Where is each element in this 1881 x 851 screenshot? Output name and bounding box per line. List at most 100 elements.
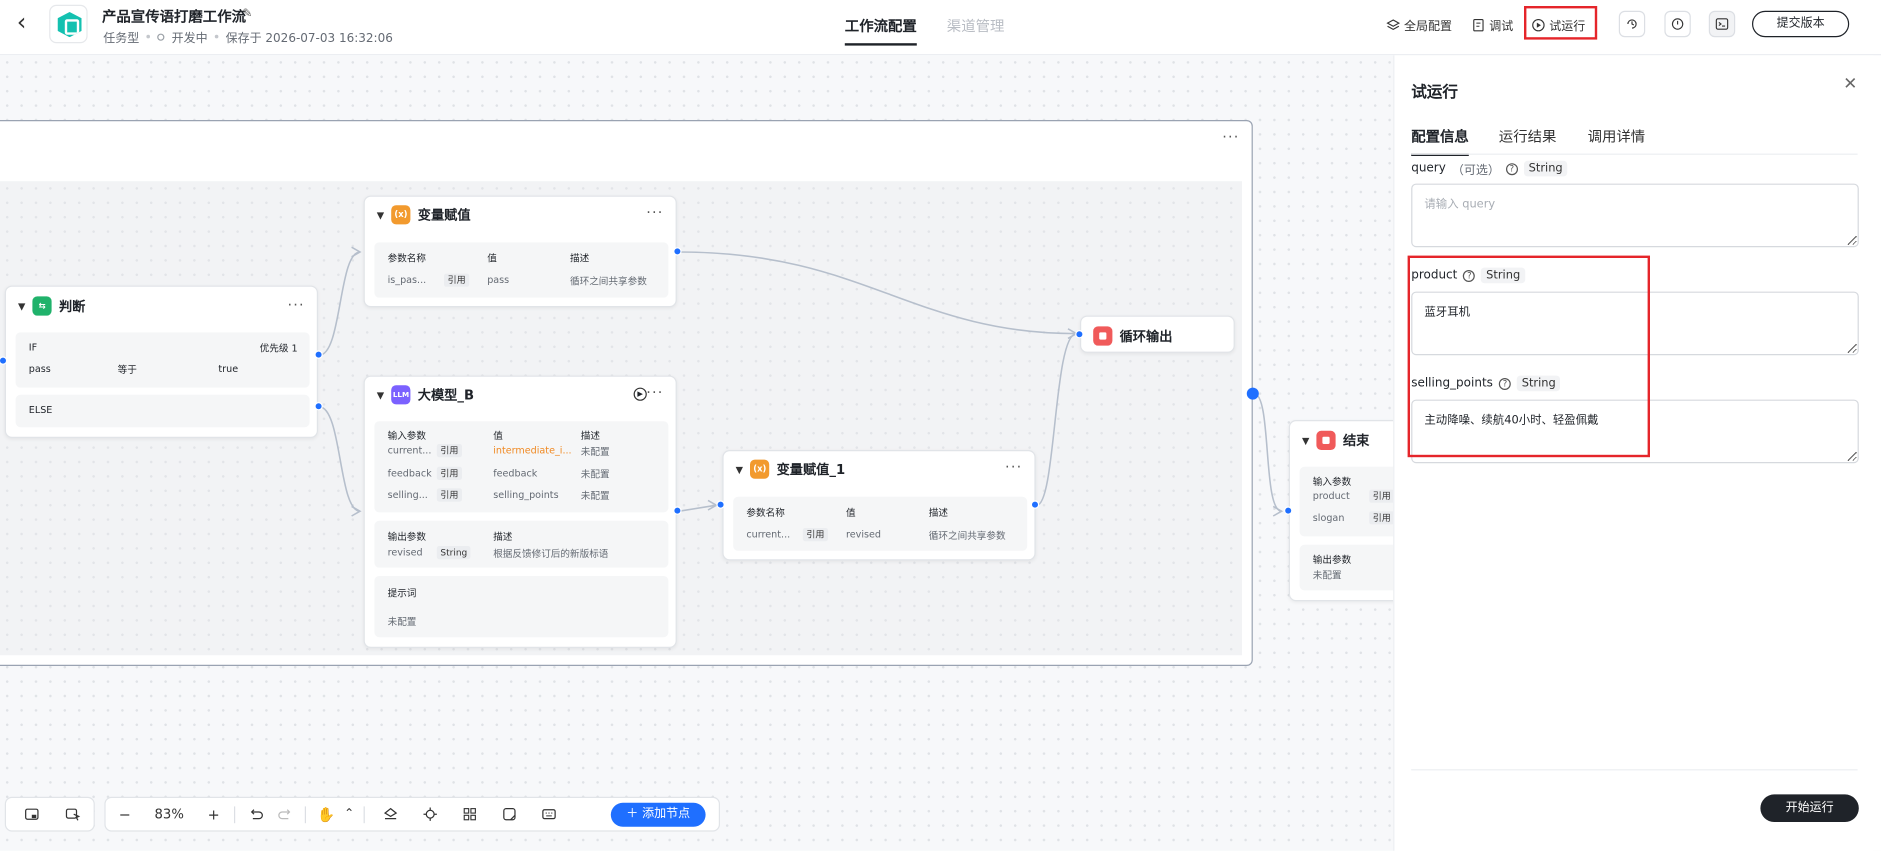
zoom-in-icon[interactable]: + [199,800,228,829]
param-desc: 未配置 [580,446,610,458]
minimap-icon[interactable] [17,800,46,829]
layer-icon[interactable] [376,800,405,829]
stop-icon [1093,325,1113,345]
node-title: 变量赋值_1 [776,462,846,478]
divider [234,805,236,823]
more-icon[interactable]: ··· [287,296,304,313]
more-icon[interactable]: ··· [646,384,663,401]
assign1-node[interactable]: ▼ (x) 变量赋值_1 ··· 参数名称 值 描述 current... 引用… [722,450,1036,561]
if-output-port[interactable] [314,350,323,359]
col-header: 值 [493,430,503,442]
output-port[interactable] [673,506,682,515]
query-input[interactable] [1411,183,1859,248]
collapse-icon[interactable]: ▼ [18,301,25,312]
col-header: 值 [487,253,497,264]
more-icon[interactable]: ··· [1005,458,1022,475]
node-title: 大模型_B [417,387,475,404]
ref-tag: 引用 [1369,511,1395,525]
zoom-level[interactable]: 83% [139,806,199,822]
condition-operator: 等于 [117,364,137,376]
hand-icon[interactable]: ✋ [312,800,341,829]
highlight-box [1407,255,1651,458]
layout-icon[interactable] [455,800,484,829]
status-icon [157,33,165,41]
separator [146,34,150,39]
tab-workflow-config[interactable]: 工作流配置 [844,16,917,46]
add-node-label: 添加节点 [642,807,691,821]
ref-tag: 引用 [436,488,463,502]
close-icon[interactable]: ✕ [1843,74,1857,93]
edit-icon[interactable]: ✎ [242,7,252,20]
locate-icon[interactable] [415,800,444,829]
tab-channel-management[interactable]: 渠道管理 [947,16,1005,36]
output-port[interactable] [1030,500,1040,509]
assign-node[interactable]: ▼ (x) 变量赋值 ··· 参数名称 值 描述 is_pas... 引用 pa… [363,195,677,308]
loop-output-port[interactable] [1246,387,1259,400]
collapse-icon[interactable]: ▼ [1302,435,1309,446]
param-name: current... [387,445,432,457]
tab-result[interactable]: 运行结果 [1499,126,1557,146]
collapse-icon[interactable]: ▼ [377,209,384,220]
loop-output-node[interactable]: 循环输出 [1080,315,1235,353]
col-header: 描述 [928,507,949,519]
divider [1411,153,1858,155]
prompt-value: 未配置 [387,616,417,628]
terminal-button[interactable] [1708,10,1736,38]
else-output-port[interactable] [314,402,323,411]
collapse-icon[interactable]: ▼ [736,464,743,475]
help-icon[interactable]: ? [1505,162,1518,175]
optional-label: （可选） [1451,164,1500,178]
output-port[interactable] [673,247,682,256]
more-icon[interactable]: ··· [646,204,663,221]
fit-view-icon[interactable] [494,800,523,829]
play-icon[interactable]: ▶ [633,387,647,401]
col-header: 描述 [580,430,600,442]
param-value: selling_points [493,489,559,501]
llm-node[interactable]: ▼ LLM 大模型_B ▶ ··· 输入参数 值 描述 current... 引… [363,375,677,648]
version-button[interactable] [1664,10,1691,38]
ref-tag: 引用 [444,273,470,287]
workflow-meta: 任务型 开发中 保存于 2026-07-03 16:32:06 [103,28,393,46]
col-header: 参数名称 [387,253,427,264]
clock-icon [1671,18,1684,30]
keyboard-icon[interactable] [534,800,563,829]
param-value: pass [487,274,510,286]
debug-button[interactable]: 调试 [1471,16,1513,34]
loop-more-icon[interactable]: ··· [1222,128,1239,145]
input-port[interactable] [1075,330,1084,339]
branch-icon: ⇆ [32,296,52,316]
section-title: 输入参数 [387,430,427,442]
type-badge: String [1523,160,1568,177]
redo-icon[interactable] [270,800,299,829]
collapse-icon[interactable]: ▼ [377,389,384,400]
select-icon[interactable] [58,800,87,829]
llm-icon: LLM [391,385,411,405]
workflow-status: 开发中 [171,32,208,46]
chevron-up-icon[interactable]: ⌃ [341,800,358,829]
input-port[interactable] [1284,506,1293,515]
type-tag: String [436,546,471,560]
node-title: 循环输出 [1119,328,1173,344]
tab-config[interactable]: 配置信息 [1411,126,1469,156]
undo-icon[interactable] [241,800,270,829]
back-icon[interactable]: ‹ [17,10,36,34]
history-button[interactable] [1618,10,1646,38]
judge-node[interactable]: ▼ ⇆ 判断 ··· IF 优先级 1 pass 等于 true ELSE [4,285,319,439]
global-config-button[interactable]: 全局配置 [1386,16,1452,34]
input-port[interactable] [716,500,725,509]
workflow-type: 任务型 [103,32,140,46]
zoom-out-icon[interactable]: − [110,800,139,829]
add-node-button[interactable]: ＋ 添加节点 [610,802,706,827]
variable-icon: (x) [391,205,411,225]
start-run-button[interactable]: 开始运行 [1760,794,1859,823]
submit-version-button[interactable]: 提交版本 [1752,10,1850,38]
param-name: is_pas... [387,274,427,286]
section-title: 输出参数 [387,531,427,543]
col-header: 参数名称 [746,507,785,519]
divider [363,805,365,823]
priority-label: 优先级 1 [259,343,298,354]
tab-call-detail[interactable]: 调用详情 [1588,126,1646,146]
node-title: 结束 [1342,433,1370,449]
debug-label: 调试 [1489,20,1514,34]
param-name: slogan [1312,512,1345,524]
